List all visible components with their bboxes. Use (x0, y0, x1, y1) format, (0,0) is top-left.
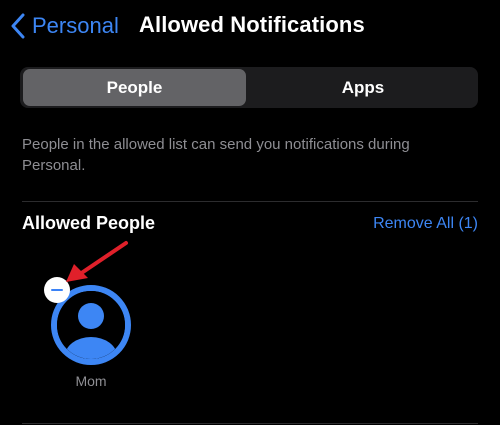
section-divider (22, 201, 478, 202)
back-button[interactable]: Personal (10, 10, 119, 42)
chevron-left-icon (11, 13, 25, 39)
navigation-bar: Personal Allowed Notifications (0, 0, 500, 52)
allowed-list-description: People in the allowed list can send you … (22, 136, 410, 174)
annotation-arrow-icon (66, 241, 128, 282)
segment-people[interactable]: People (23, 69, 246, 106)
people-apps-segmented-control: People Apps (20, 67, 478, 108)
bottom-divider (22, 423, 478, 424)
page-title: Allowed Notifications (139, 12, 365, 37)
back-button-label: Personal (32, 13, 119, 38)
allowed-people-heading: Allowed People (22, 213, 156, 233)
minus-icon (51, 288, 63, 292)
remove-all-button[interactable]: Remove All (1) (373, 215, 478, 233)
contact-name: Mom (75, 373, 107, 389)
segment-apps[interactable]: Apps (250, 69, 476, 106)
